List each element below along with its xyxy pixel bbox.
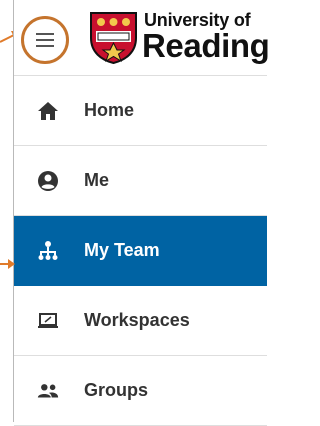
sidebar-item-label: My Team	[84, 240, 160, 260]
home-icon	[36, 99, 60, 123]
team-hierarchy-icon	[36, 239, 60, 263]
account-circle-icon	[36, 169, 60, 193]
logo-text-line2: Reading	[142, 27, 270, 64]
laptop-icon	[36, 309, 60, 333]
university-logo[interactable]: University of Reading	[90, 10, 270, 66]
sidebar-item-home[interactable]: Home	[14, 76, 267, 146]
people-icon	[36, 379, 60, 403]
sidebar-panel: University of Reading Home Me My Team Wo…	[13, 0, 270, 426]
sidebar-header: University of Reading	[14, 0, 270, 76]
sidebar-nav: Home Me My Team Workspaces Groups	[14, 76, 267, 426]
sidebar-item-me[interactable]: Me	[14, 146, 267, 216]
sidebar-item-workspaces[interactable]: Workspaces	[14, 286, 267, 356]
sidebar-item-groups[interactable]: Groups	[14, 356, 267, 426]
sidebar-item-label: Home	[84, 100, 135, 120]
menu-button[interactable]	[21, 16, 69, 64]
university-shield-icon	[90, 12, 137, 64]
hamburger-menu-icon	[36, 33, 54, 47]
sidebar-item-label: Workspaces	[84, 310, 190, 330]
sidebar-item-label: Groups	[84, 380, 149, 400]
sidebar-item-label: Me	[84, 170, 110, 190]
sidebar-item-my-team[interactable]: My Team	[14, 216, 267, 286]
